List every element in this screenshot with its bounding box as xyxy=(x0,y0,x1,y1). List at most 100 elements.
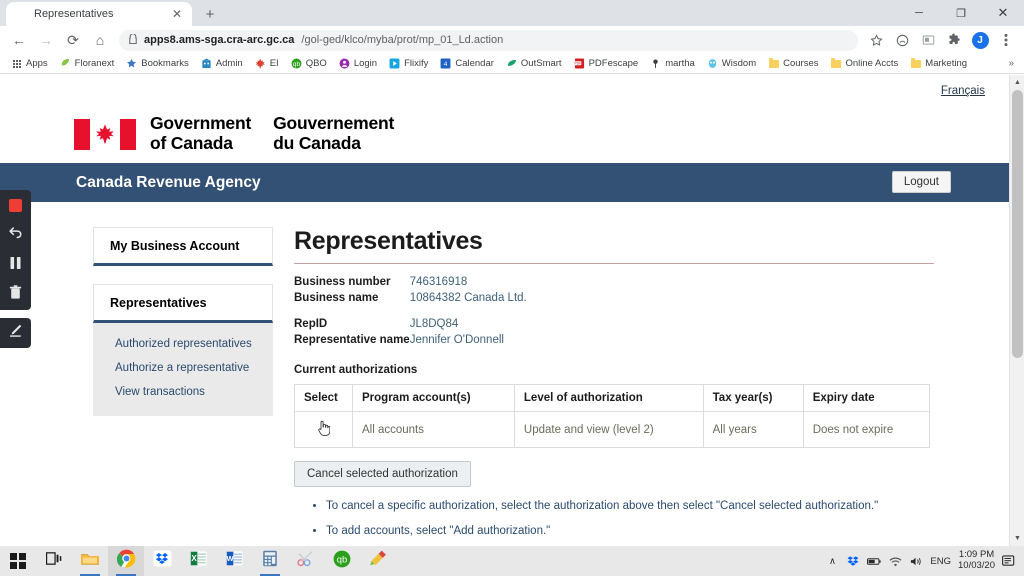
bookmark-admin[interactable]: Admin xyxy=(196,57,248,70)
annotate-button[interactable] xyxy=(0,318,31,348)
address-bar[interactable]: apps8.ams-sga.cra-arc.gc.ca/gol-ged/klco… xyxy=(119,29,858,51)
taskbar-calculator[interactable] xyxy=(252,546,288,576)
profile-circle-icon[interactable] xyxy=(890,28,914,52)
undo-arrow-icon xyxy=(8,226,23,244)
wifi-icon[interactable] xyxy=(888,556,902,567)
taskbar-task-view[interactable] xyxy=(36,546,72,576)
quickbooks-icon: qb xyxy=(291,58,302,69)
bookmark-qbo[interactable]: qb QBO xyxy=(286,57,332,70)
goc-en-line1: Government xyxy=(150,113,252,134)
bookmark-outsmart[interactable]: OutSmart xyxy=(501,57,567,70)
taskbar-snipping-tool[interactable] xyxy=(288,546,324,576)
tray-time: 1:09 PM xyxy=(958,549,995,561)
battery-icon[interactable] xyxy=(867,557,882,566)
new-tab-button[interactable]: + xyxy=(201,7,219,22)
cancel-selected-authorization-button[interactable]: Cancel selected authorization xyxy=(294,461,471,487)
page-scrollbar[interactable]: ▲ ▼ xyxy=(1009,75,1024,546)
browser-navigation-bar: ← → ⟳ ⌂ apps8.ams-sga.cra-arc.gc.ca/gol-… xyxy=(0,26,1024,54)
sidebar-item-my-business-account[interactable]: My Business Account xyxy=(93,227,273,266)
sidebar-link-authorize-a-representative[interactable]: Authorize a representative xyxy=(93,356,273,380)
taskbar-paint[interactable] xyxy=(360,546,396,576)
browser-tab[interactable]: Representatives ✕ xyxy=(6,2,192,26)
label-representative-name: Representative name xyxy=(294,334,410,346)
col-program-accounts: Program account(s) xyxy=(352,384,515,412)
bookmarks-overflow-icon[interactable]: » xyxy=(1008,58,1018,69)
notification-icon[interactable] xyxy=(1002,555,1016,567)
scrollbar-thumb[interactable] xyxy=(1012,90,1023,358)
tray-chevron-up-icon[interactable]: ∧ xyxy=(825,556,839,567)
row-select-radio[interactable] xyxy=(294,411,353,448)
sidebar-link-view-transactions[interactable]: View transactions xyxy=(93,380,273,404)
browser-toolbar-icons: J xyxy=(864,28,1018,52)
back-icon[interactable]: ← xyxy=(6,27,32,53)
table-row[interactable]: All accounts Update and view (level 2) A… xyxy=(294,411,931,448)
bookmark-label: Courses xyxy=(783,58,819,69)
reload-icon[interactable]: ⟳ xyxy=(60,27,86,53)
pencil-icon xyxy=(8,323,23,343)
tray-language[interactable]: ENG xyxy=(930,556,951,567)
apps-grid-icon xyxy=(11,58,22,69)
close-icon[interactable]: ✕ xyxy=(170,8,184,20)
bookmark-apps[interactable]: Apps xyxy=(6,57,53,70)
forward-icon[interactable]: → xyxy=(33,27,59,53)
taskbar-chrome[interactable] xyxy=(108,546,144,576)
minimize-icon[interactable]: ─ xyxy=(898,0,940,26)
label-business-name: Business name xyxy=(294,292,379,304)
cra-page: Français Government of Canada Gouverneme… xyxy=(0,75,1009,546)
pause-button[interactable] xyxy=(0,250,31,280)
bookmark-login[interactable]: Login xyxy=(334,57,382,70)
home-icon[interactable]: ⌂ xyxy=(87,27,113,53)
kebab-menu-icon[interactable] xyxy=(994,28,1018,52)
taskbar-file-explorer[interactable] xyxy=(72,546,108,576)
francais-link[interactable]: Français xyxy=(941,85,985,97)
undo-button[interactable] xyxy=(0,220,31,250)
cell-expiry-date: Does not expire xyxy=(802,411,931,448)
star-icon[interactable] xyxy=(864,28,888,52)
account-avatar[interactable]: J xyxy=(968,28,992,52)
col-tax-years: Tax year(s) xyxy=(702,384,804,412)
delete-button[interactable] xyxy=(0,280,31,310)
trash-icon xyxy=(9,285,22,305)
bookmark-online-accts[interactable]: Online Accts xyxy=(825,57,903,70)
scroll-down-arrow-icon[interactable]: ▼ xyxy=(1010,531,1024,546)
logout-button[interactable]: Logout xyxy=(891,171,951,193)
sidebar-item-representatives[interactable]: Representatives xyxy=(93,284,273,323)
bookmark-label: QBO xyxy=(305,58,327,69)
sidebar-link-authorized-representatives[interactable]: Authorized representatives xyxy=(93,332,273,356)
bookmark-label: Online Accts xyxy=(845,58,899,69)
close-window-icon[interactable]: ✕ xyxy=(982,0,1024,26)
bookmark-courses[interactable]: Courses xyxy=(763,57,823,70)
bookmark-ei[interactable]: EI xyxy=(250,57,284,70)
instructions-list: To cancel a specific authorization, sele… xyxy=(326,500,969,537)
record-stop-button[interactable] xyxy=(0,190,31,220)
bookmark-flixify[interactable]: Flixify xyxy=(384,57,433,70)
taskbar-quickbooks[interactable]: qb xyxy=(324,546,360,576)
bookmark-pdfescape[interactable]: PDF PDFescape xyxy=(569,57,644,70)
scroll-up-arrow-icon[interactable]: ▲ xyxy=(1010,75,1024,90)
taskbar-word[interactable]: W xyxy=(216,546,252,576)
pdf-icon: PDF xyxy=(574,58,585,69)
goc-en-line2: of Canada xyxy=(150,133,233,153)
tray-clock[interactable]: 1:09 PM 10/03/20 xyxy=(958,550,995,571)
taskbar-dropbox[interactable] xyxy=(144,546,180,576)
bookmark-marketing[interactable]: Marketing xyxy=(905,57,972,70)
bookmark-bookmarks[interactable]: Bookmarks xyxy=(121,57,194,70)
bookmark-martha[interactable]: martha xyxy=(645,57,700,70)
taskbar-start-button[interactable] xyxy=(0,546,36,576)
bookmark-label: Floranext xyxy=(74,58,115,69)
dropbox-tray-icon[interactable] xyxy=(846,555,860,567)
bookmark-wisdom[interactable]: Wisdom xyxy=(702,57,761,70)
maximize-icon[interactable]: ❐ xyxy=(940,0,982,26)
bookmark-label: Calendar xyxy=(455,58,494,69)
svg-text:X: X xyxy=(191,554,197,563)
extensions-puzzle-icon[interactable] xyxy=(942,28,966,52)
bookmark-floranext[interactable]: Floranext xyxy=(55,57,120,70)
browser-tab-strip: Representatives ✕ + ─ ❐ ✕ xyxy=(0,0,1024,26)
page-viewport: Français Government of Canada Gouverneme… xyxy=(0,75,1024,546)
bookmark-calendar[interactable]: 4 Calendar xyxy=(435,57,499,70)
taskbar-excel[interactable]: X xyxy=(180,546,216,576)
bookmark-label: Marketing xyxy=(925,58,968,69)
speaker-icon[interactable] xyxy=(909,556,923,567)
goc-fr-line2: du Canada xyxy=(273,133,361,153)
cast-icon[interactable] xyxy=(916,28,940,52)
